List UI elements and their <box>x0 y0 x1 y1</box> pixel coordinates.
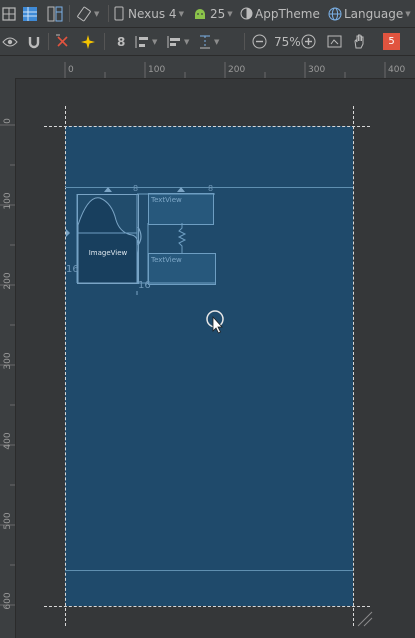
toolbar-separator <box>48 33 49 50</box>
chevron-down-icon: ▼ <box>405 9 411 18</box>
margin-label-bottom: 16 <box>138 280 151 291</box>
design-grid-icon <box>2 6 16 21</box>
align-left-icon <box>167 35 180 48</box>
zoom-fit-icon <box>327 35 342 48</box>
toolbar-separator <box>69 5 70 22</box>
api-level-selector[interactable]: 25 ▼ <box>193 0 233 27</box>
secondary-toolbar: 8 ▼ ▼ ▼ 75% 5 <box>0 28 415 56</box>
top-toolbar: ▼ Nexus 4 ▼ 25 ▼ AppTheme Language ▼ <box>0 0 415 28</box>
zoom-level: 75% <box>274 34 301 49</box>
ruler-label: 300 <box>308 65 326 75</box>
magnet-icon <box>28 36 40 48</box>
design-view-button[interactable] <box>2 0 16 27</box>
chevron-down-icon: ▼ <box>214 37 220 46</box>
vertical-ruler: 0 100 200 300 400 500 600 <box>0 78 16 638</box>
warnings-badge[interactable]: 5 <box>383 33 400 50</box>
globe-icon <box>328 7 342 20</box>
horizontal-ruler: 0 100 200 300 400 <box>0 56 415 79</box>
chevron-down-icon: ▼ <box>227 9 233 18</box>
screen-right-guide <box>353 106 354 626</box>
blueprint-icon <box>23 6 37 21</box>
screen-top-guide <box>44 126 370 127</box>
constraint-anchor[interactable] <box>104 187 112 192</box>
zoom-in-button[interactable] <box>301 28 316 55</box>
ruler-ticks <box>64 62 386 78</box>
split-view-icon <box>47 6 63 21</box>
chevron-down-icon: ▼ <box>184 37 190 46</box>
guidelines-button[interactable]: ▼ <box>198 28 219 55</box>
eye-icon <box>2 37 18 46</box>
device-selector[interactable]: Nexus 4 ▼ <box>114 0 184 27</box>
clear-constraints-button[interactable] <box>55 28 71 55</box>
pack-button[interactable]: ▼ <box>134 28 157 55</box>
pan-button[interactable] <box>352 28 367 55</box>
chevron-down-icon: ▼ <box>152 37 158 46</box>
sparkle-icon <box>81 34 95 49</box>
align-button[interactable]: ▼ <box>166 28 189 55</box>
margin-label-left: 16 <box>66 264 79 275</box>
clear-constraints-icon <box>56 34 68 47</box>
language-label: Language <box>344 6 404 21</box>
api-level: 25 <box>210 6 226 21</box>
autoconnect-button[interactable] <box>27 28 41 55</box>
toolbar-separator <box>104 33 105 50</box>
ruler-label: 100 <box>3 192 13 210</box>
device-name: Nexus 4 <box>128 6 177 21</box>
theme-name: AppTheme <box>255 6 320 21</box>
ruler-label: 0 <box>68 65 74 75</box>
zoom-to-fit-button[interactable] <box>327 28 342 55</box>
show-constraints-button[interactable] <box>2 28 18 55</box>
zoom-out-icon <box>252 34 267 49</box>
toolbar-separator <box>108 5 109 22</box>
pack-icon <box>135 35 148 48</box>
default-margin-selector[interactable]: 8 <box>117 28 125 55</box>
toolbar-separator <box>244 33 245 50</box>
theme-selector[interactable]: AppTheme <box>240 0 320 27</box>
both-views-button[interactable] <box>47 0 63 27</box>
blueprint-view-button[interactable] <box>22 0 38 27</box>
chevron-down-icon: ▼ <box>94 9 100 18</box>
theme-icon <box>240 7 253 20</box>
zoom-in-icon <box>301 34 316 49</box>
guideline-icon <box>200 35 210 48</box>
ruler-label: 200 <box>3 272 13 290</box>
ruler-label: 500 <box>3 512 13 530</box>
zoom-out-button[interactable] <box>252 28 267 55</box>
screen-bottom-guide <box>44 606 370 607</box>
language-selector[interactable]: Language ▼ <box>328 0 411 27</box>
chevron-down-icon: ▼ <box>178 9 184 18</box>
margin-label-top: 8 <box>133 184 139 193</box>
ruler-label: 400 <box>3 432 13 450</box>
constraint-anchor[interactable] <box>177 187 185 192</box>
orientation-button[interactable]: ▼ <box>76 0 99 27</box>
margin-label-top: 8 <box>208 184 214 193</box>
ruler-label: 100 <box>148 65 166 75</box>
android-icon <box>195 8 205 19</box>
hand-icon <box>354 34 364 49</box>
ruler-label: 300 <box>3 352 13 370</box>
ruler-label: 200 <box>228 65 246 75</box>
phone-icon <box>114 6 124 21</box>
ruler-label: 600 <box>3 592 13 610</box>
layout-bottom-bound <box>65 570 353 571</box>
infer-constraints-button[interactable] <box>80 28 96 55</box>
ruler-label: 400 <box>388 65 406 75</box>
rotate-device-icon <box>77 6 91 21</box>
resize-handle-icon[interactable] <box>356 610 374 628</box>
mouse-cursor-icon <box>206 310 224 334</box>
constraint-anchor[interactable] <box>66 229 70 237</box>
ruler-label: 0 <box>3 118 13 124</box>
